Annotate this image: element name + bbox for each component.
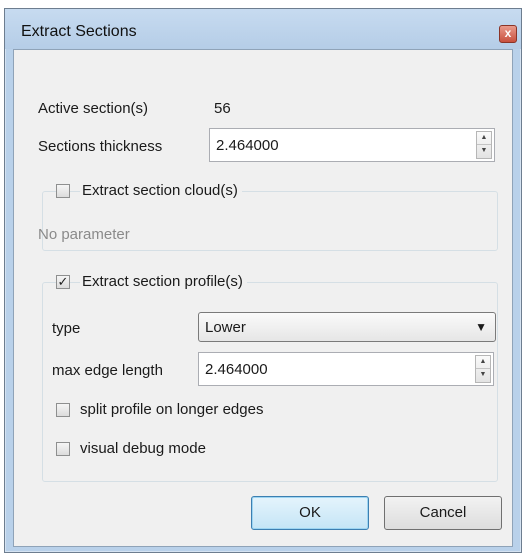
type-value: Lower [205,319,246,336]
spin-down-icon[interactable]: ▼ [476,369,490,382]
sections-thickness-value: 2.464000 [216,137,279,154]
extract-profiles-checkbox[interactable]: ✓ [56,275,70,289]
split-profile-label: split profile on longer edges [80,401,264,418]
max-edge-length-value: 2.464000 [205,361,268,378]
no-parameter-text: No parameter [38,226,130,243]
window-title: Extract Sections [21,23,137,40]
type-label: type [52,320,81,337]
extract-clouds-label: Extract section cloud(s) [80,182,242,199]
title-bar[interactable]: Extract Sections x [5,9,521,49]
extract-clouds-checkbox[interactable] [56,184,70,198]
type-combobox[interactable]: Lower ▼ [198,312,496,342]
dialog-body: Active section(s) 56 Sections thickness … [13,49,513,547]
extract-sections-dialog: Extract Sections x Active section(s) 56 … [4,8,522,553]
active-sections-label: Active section(s) [38,100,149,117]
visual-debug-checkbox[interactable] [56,442,70,456]
ok-button[interactable]: OK [251,496,369,530]
sections-thickness-label: Sections thickness [38,138,163,155]
max-edge-length-label: max edge length [52,362,163,379]
spin-up-icon[interactable]: ▲ [477,132,491,145]
split-profile-checkbox[interactable] [56,403,70,417]
visual-debug-label: visual debug mode [80,440,206,457]
checkmark-icon: ✓ [57,274,69,289]
active-sections-value: 56 [214,100,231,117]
cancel-button[interactable]: Cancel [384,496,502,530]
spin-down-icon[interactable]: ▼ [477,145,491,158]
spin-arrows[interactable]: ▲ ▼ [475,355,491,383]
spin-arrows[interactable]: ▲ ▼ [476,131,492,159]
spin-up-icon[interactable]: ▲ [476,356,490,369]
extract-profiles-label: Extract section profile(s) [80,273,247,290]
dropdown-arrow-icon: ▼ [475,320,487,334]
sections-thickness-spinbox[interactable]: 2.464000 ▲ ▼ [209,128,495,162]
close-icon: x [504,26,512,40]
max-edge-length-spinbox[interactable]: 2.464000 ▲ ▼ [198,352,494,386]
close-button[interactable]: x [499,25,517,43]
